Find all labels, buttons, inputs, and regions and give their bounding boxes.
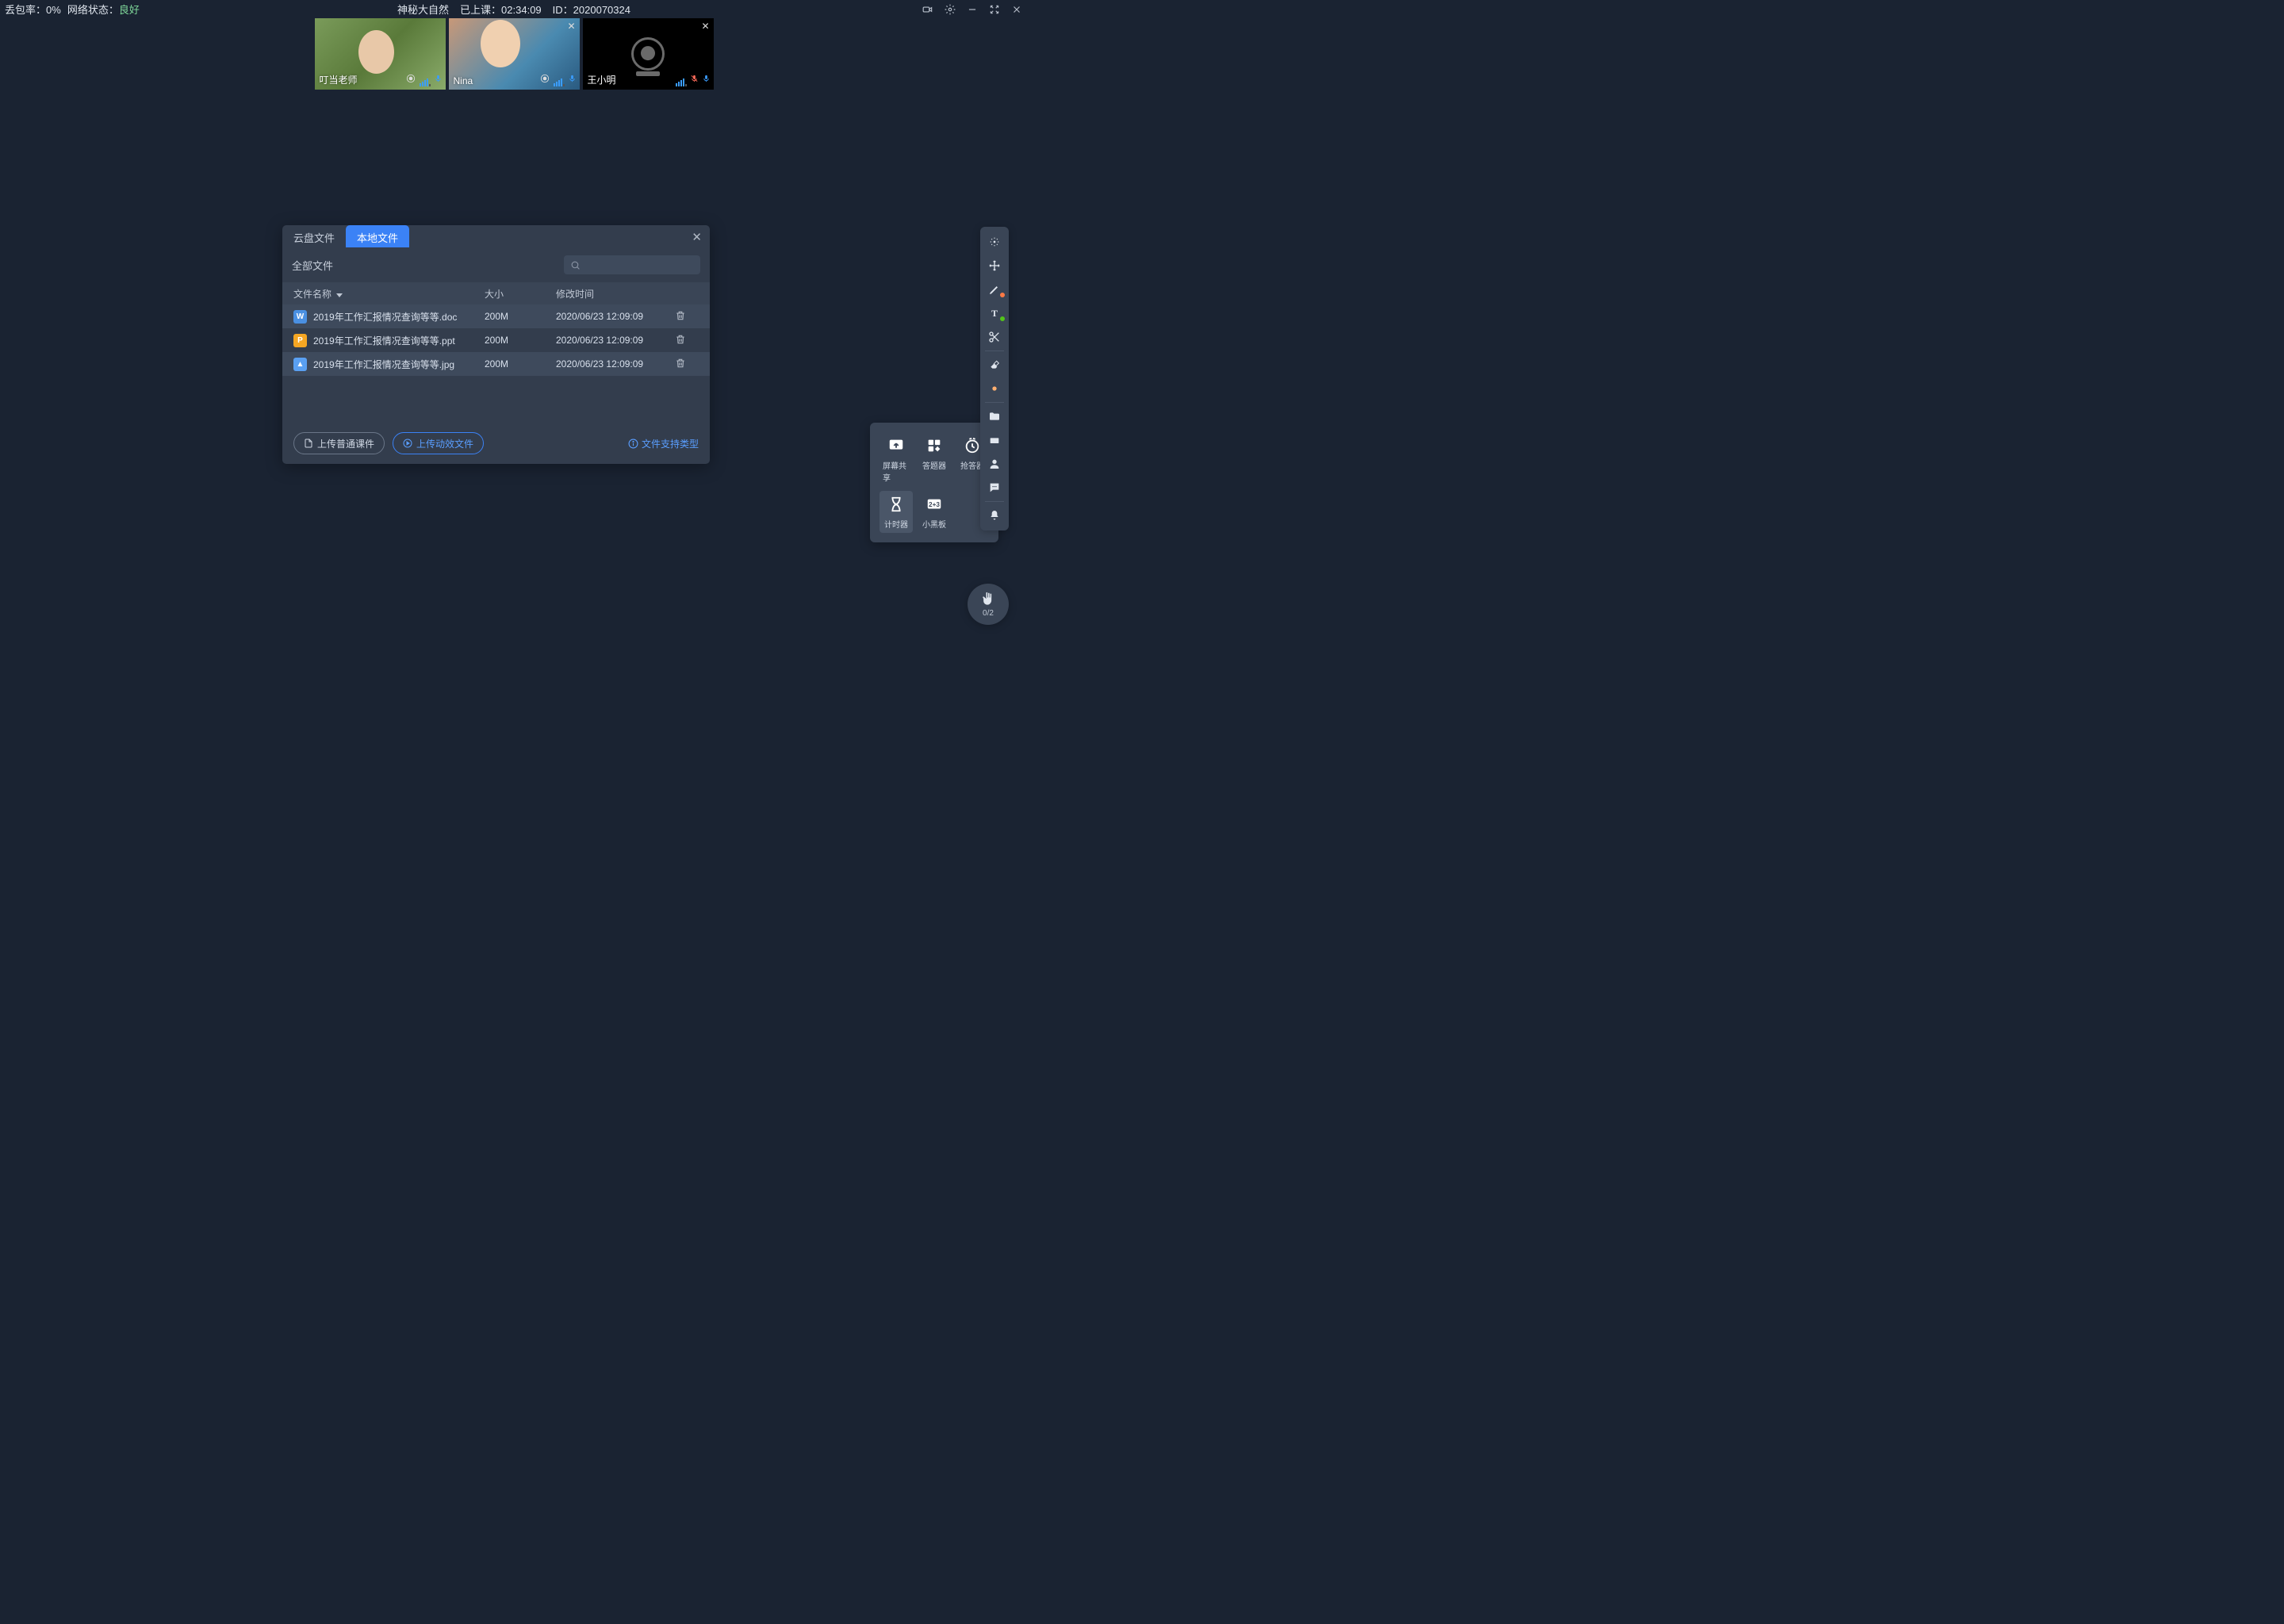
camera-off-icon [631,37,665,71]
mic-icon [690,73,699,86]
col-filename[interactable]: 文件名称 [293,287,485,301]
minimize-icon[interactable] [966,3,979,16]
packet-loss: 丢包率：0% [5,2,61,17]
file-time: 2020/06/23 12:09:09 [556,335,675,346]
tool-move[interactable] [980,254,1009,278]
timer-icon [886,494,906,515]
video-tile[interactable]: ✕ 王小明 [583,18,714,90]
toolbar: T [980,227,1009,530]
tool-text[interactable]: T [980,301,1009,325]
file-name: 2019年工作汇报情况查询等等.jpg [313,358,454,371]
tool-apps[interactable] [980,428,1009,452]
file-size: 200M [485,335,556,346]
participant-name: 王小明 [588,73,616,86]
participant-name: Nina [454,75,473,86]
col-time[interactable]: 修改时间 [556,287,675,301]
play-icon [403,439,412,448]
tool-answer[interactable]: 答题器 [918,432,951,486]
search-icon [570,260,581,270]
file-size: 200M [485,311,556,322]
file-size: 200M [485,358,556,370]
svg-text:2+3: 2+3 [929,501,940,508]
tool-pen[interactable] [980,278,1009,301]
upload-animated-button[interactable]: 上传动效文件 [393,432,484,454]
blackboard-icon: 2+3 [924,494,945,515]
file-time: 2020/06/23 12:09:09 [556,311,675,322]
delete-icon[interactable] [675,334,686,345]
table-header: 文件名称 大小 修改时间 [282,282,710,304]
video-tile[interactable]: 叮当老师 [315,18,446,90]
tool-timer[interactable]: 计时器 [879,491,913,533]
camera-toggle-icon[interactable] [922,3,934,16]
room-id: ID：2020070324 [553,2,630,17]
all-files-label: 全部文件 [292,258,333,273]
file-row[interactable]: P 2019年工作汇报情况查询等等.ppt 200M2020/06/23 12:09… [282,328,710,352]
tool-chat[interactable] [980,476,1009,500]
hand-icon [980,592,996,607]
signal-icon [676,79,687,86]
file-type-icon: P [293,334,307,347]
tool-participants[interactable] [980,452,1009,476]
room-title: 神秘大自然 [397,2,449,17]
network-status: 网络状态：良好 [67,2,140,17]
tool-blackboard[interactable]: 2+3 小黑板 [918,491,951,533]
upload-normal-button[interactable]: 上传普通课件 [293,432,385,454]
elapsed-time: 已上课：02:34:09 [460,2,542,17]
video-tile[interactable]: ✕ Nina [449,18,580,90]
record-icon [405,73,416,86]
col-size[interactable]: 大小 [485,287,556,301]
file-time: 2020/06/23 12:09:09 [556,358,675,370]
screen-share-icon [886,435,906,456]
signal-icon [554,79,565,86]
tools-popup: 屏幕共享 答题器 抢答器 计时器 2+3 小黑板 [870,423,998,542]
search-input[interactable] [564,255,700,274]
tile-close-icon[interactable]: ✕ [701,21,709,32]
file-row[interactable]: ▲ 2019年工作汇报情况查询等等.jpg 200M2020/06/23 12:09… [282,352,710,376]
file-name: 2019年工作汇报情况查询等等.doc [313,310,457,324]
file-name: 2019年工作汇报情况查询等等.ppt [313,334,455,347]
file-type-icon: W [293,310,307,324]
tool-scissors[interactable] [980,325,1009,349]
file-row[interactable]: W 2019年工作汇报情况查询等等.doc 200M2020/06/23 12:09… [282,304,710,328]
signal-icon [420,79,431,86]
raise-hand-button[interactable]: 0/2 [968,584,1009,625]
answer-icon [924,435,945,456]
delete-icon[interactable] [675,310,686,321]
fullscreen-icon[interactable] [988,3,1001,16]
info-icon [628,439,638,449]
tool-screen-share[interactable]: 屏幕共享 [879,432,913,486]
tool-eraser[interactable] [980,353,1009,377]
topbar: 丢包率：0% 网络状态：良好 神秘大自然 已上课：02:34:09 ID：202… [0,0,1028,18]
mic-on-icon [702,73,711,86]
tab-local-files[interactable]: 本地文件 [346,225,409,247]
record-icon [539,73,550,86]
tile-close-icon[interactable]: ✕ [567,21,575,32]
settings-icon[interactable] [944,3,956,16]
doc-icon [304,439,313,448]
file-type-icon: ▲ [293,358,307,371]
delete-icon[interactable] [675,358,686,369]
raise-hand-count: 0/2 [983,609,994,618]
tool-laser[interactable] [980,230,1009,254]
tool-color[interactable] [980,377,1009,400]
close-icon[interactable] [1010,3,1023,16]
tab-cloud-files[interactable]: 云盘文件 [282,225,346,247]
video-strip: 叮当老师 ✕ Nina ✕ 王小明 [0,18,1028,90]
tool-folder[interactable] [980,404,1009,428]
svg-text:T: T [991,308,998,319]
file-modal: 云盘文件 本地文件 ✕ 全部文件 文件名称 大小 修改时间 W 2019年工作汇报… [282,225,710,464]
file-formats-link[interactable]: 文件支持类型 [628,437,699,450]
modal-close-icon[interactable]: ✕ [692,230,702,244]
mic-icon [568,73,577,86]
participant-name: 叮当老师 [320,73,358,86]
tool-bell[interactable] [980,504,1009,527]
mic-icon [434,73,443,86]
